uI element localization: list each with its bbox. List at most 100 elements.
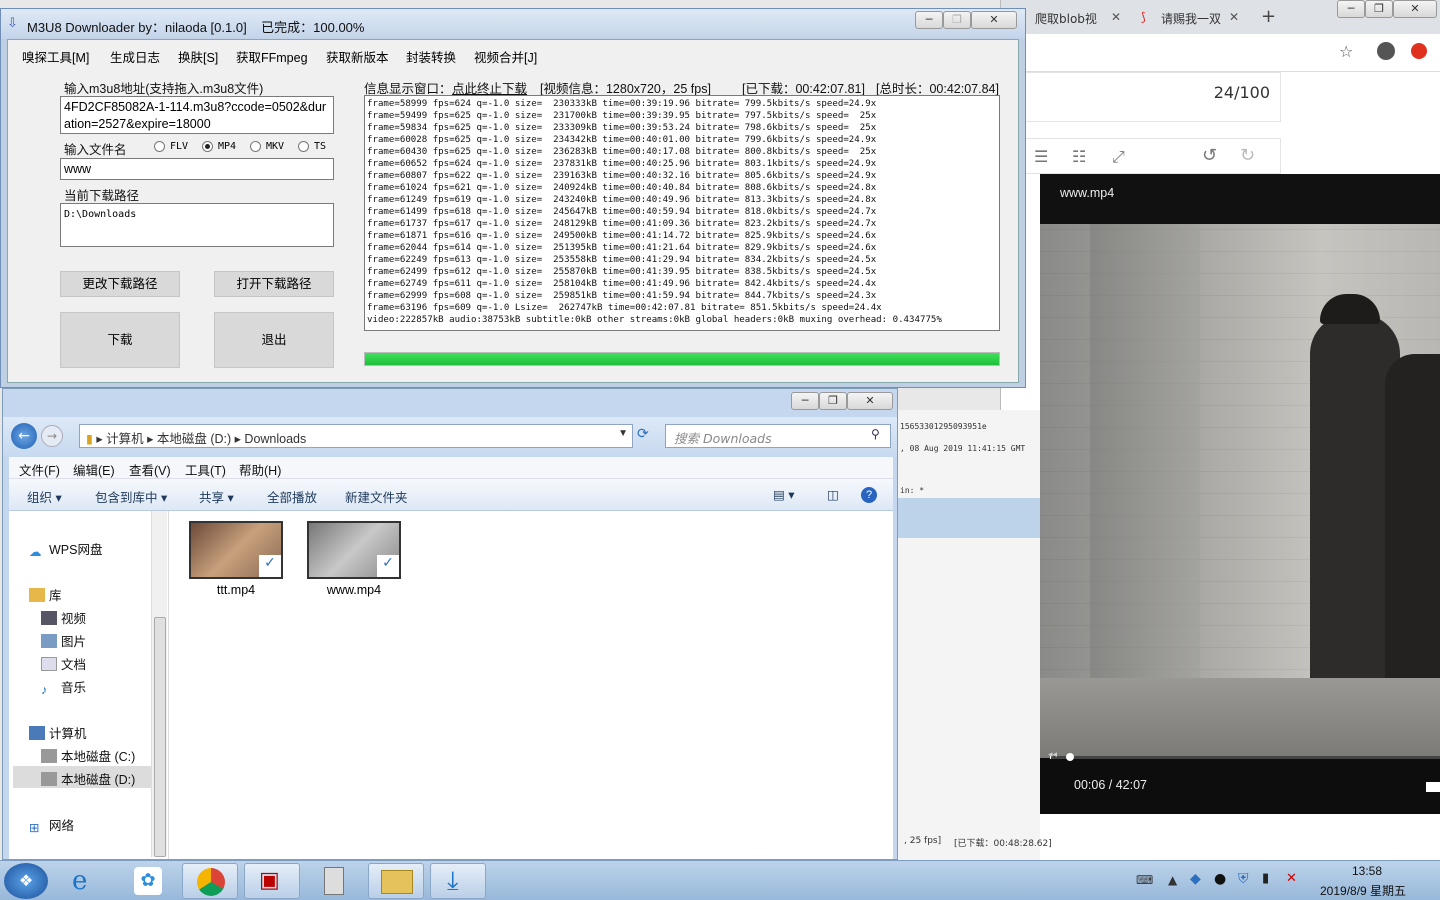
url-input[interactable]: 4FD2CF85082A-1-114.m3u8?ccode=0502&durat…	[60, 96, 334, 134]
minimize-button[interactable]: ─	[1337, 0, 1365, 18]
download-button[interactable]: 下载	[60, 312, 180, 368]
keyboard-icon[interactable]: ⌨	[1136, 873, 1153, 887]
minimize-button[interactable]: ─	[791, 392, 819, 410]
back-icon[interactable]: ←	[11, 423, 37, 449]
profile-icon[interactable]	[1377, 42, 1395, 60]
filename-input[interactable]: www	[60, 158, 334, 180]
taskbar-m3u8[interactable]: ▣	[244, 863, 300, 899]
video-frame[interactable]	[1040, 224, 1440, 758]
close-icon[interactable]: ✕	[1229, 10, 1239, 24]
preview-pane-icon[interactable]: ◫	[827, 487, 839, 502]
taskbar-downloader[interactable]: ⤓	[430, 863, 486, 899]
close-button[interactable]: ✕	[1393, 0, 1437, 18]
maximize-button[interactable]: ❐	[819, 392, 847, 410]
radio-label-flv[interactable]: FLV	[170, 141, 188, 152]
video-thumbnail[interactable]: ✓	[189, 521, 283, 579]
breadcrumb-drive-d[interactable]: 本地磁盘 (D:)	[157, 432, 231, 446]
box-icon[interactable]: ◆	[1190, 871, 1201, 887]
radio-label-ts[interactable]: TS	[314, 141, 326, 152]
video-player[interactable]: www.mp4 ◂◂ 00:06 / 42:07	[1040, 174, 1440, 814]
fullscreen-icon[interactable]	[1426, 782, 1440, 792]
share-button[interactable]: 共享 ▾	[199, 487, 234, 506]
menu-view[interactable]: 查看(V)	[129, 460, 171, 479]
taskbar-calculator[interactable]	[306, 863, 362, 899]
maximize-button[interactable]: ❐	[1365, 0, 1393, 18]
include-library-button[interactable]: 包含到库中 ▾	[95, 487, 167, 506]
network-signal-icon[interactable]: ▮	[1262, 871, 1269, 886]
menu-help[interactable]: 帮助(H)	[239, 460, 281, 479]
change-path-button[interactable]: 更改下载路径	[60, 271, 180, 297]
nav-library[interactable]: 库	[29, 585, 62, 604]
maximize-button[interactable]: ❐	[943, 11, 971, 29]
extension-icon[interactable]	[1411, 43, 1427, 59]
radio-mkv[interactable]	[250, 141, 261, 152]
taskbar-ie[interactable]: e	[58, 863, 114, 899]
list-icon[interactable]: ☰	[1034, 147, 1048, 166]
nav-documents[interactable]: 文档	[41, 654, 86, 673]
forward-icon[interactable]: →	[41, 425, 63, 447]
volume-icon[interactable]: ◂◂	[1048, 750, 1057, 760]
nav-network[interactable]: ⊞ 网络	[29, 815, 74, 835]
address-bar[interactable]: ▮ ▸ 计算机 ▸ 本地磁盘 (D:) ▸ Downloads ▼	[79, 424, 633, 448]
file-name-ttt[interactable]: ttt.mp4	[181, 583, 291, 597]
menu-update[interactable]: 获取新版本	[326, 47, 389, 66]
breadcrumb-computer[interactable]: 计算机	[106, 432, 144, 446]
nav-pictures[interactable]: 图片	[41, 631, 86, 650]
new-tab-icon[interactable]: +	[1261, 6, 1276, 27]
shield-icon[interactable]: ⛨	[1238, 871, 1249, 887]
menu-file[interactable]: 文件(F)	[19, 460, 60, 479]
exit-button[interactable]: 退出	[214, 312, 334, 368]
file-name-www[interactable]: www.mp4	[299, 583, 409, 597]
close-button[interactable]: ✕	[847, 392, 893, 410]
seek-bar[interactable]	[1050, 753, 1440, 761]
breadcrumb-downloads[interactable]: Downloads	[244, 432, 306, 446]
open-path-button[interactable]: 打开下载路径	[214, 271, 334, 297]
clock-date[interactable]: 2019/8/9 星期五	[1320, 882, 1406, 899]
new-folder-button[interactable]: 新建文件夹	[345, 487, 408, 506]
nav-videos[interactable]: 视频	[41, 608, 86, 627]
qq-icon[interactable]: ●	[1214, 871, 1226, 887]
view-icon[interactable]: ▤ ▾	[773, 487, 795, 502]
refresh-icon[interactable]: ⟳	[637, 426, 649, 442]
star-icon[interactable]: ☆	[1339, 42, 1353, 61]
tray-expand-icon[interactable]: ▲	[1168, 873, 1177, 887]
clock-time[interactable]: 13:58	[1352, 864, 1382, 878]
menu-merge[interactable]: 视频合并[J]	[474, 47, 537, 66]
taskbar-explorer[interactable]	[368, 863, 424, 899]
radio-ts[interactable]	[298, 141, 309, 152]
taskbar-app[interactable]: ✿	[120, 863, 176, 899]
radio-mp4[interactable]	[202, 141, 213, 152]
video-thumbnail[interactable]: ✓	[307, 521, 401, 579]
menu-log[interactable]: 生成日志	[110, 47, 160, 66]
undo-icon[interactable]: ↺	[1202, 145, 1217, 166]
nav-wps[interactable]: ☁ WPS网盘	[29, 539, 102, 559]
menu-tools[interactable]: 工具(T)	[185, 460, 226, 479]
menu-ffmpeg[interactable]: 获取FFmpeg	[236, 47, 308, 66]
redo-icon[interactable]: ↻	[1240, 145, 1255, 166]
start-button[interactable]: ❖	[4, 863, 48, 899]
organize-button[interactable]: 组织 ▾	[27, 487, 62, 506]
menu-skin[interactable]: 换肤[S]	[178, 47, 218, 66]
close-button[interactable]: ✕	[971, 11, 1017, 29]
search-icon[interactable]: ⚲	[871, 427, 880, 441]
close-icon[interactable]: ✕	[1111, 10, 1121, 24]
nav-scrollbar[interactable]	[151, 511, 167, 857]
path-input[interactable]: D:\Downloads	[60, 203, 334, 247]
minimize-button[interactable]: ─	[915, 11, 943, 29]
radio-flv[interactable]	[154, 141, 165, 152]
fullscreen-icon[interactable]: ⤢	[1112, 147, 1125, 167]
radio-label-mkv[interactable]: MKV	[266, 141, 284, 152]
volume-muted-icon[interactable]: ✕	[1286, 871, 1297, 886]
chrome-tab-2[interactable]: ⟆ 请赐我一双 ✕	[1135, 4, 1245, 32]
menu-edit[interactable]: 编辑(E)	[73, 460, 115, 479]
help-icon[interactable]: ?	[861, 487, 877, 503]
play-all-button[interactable]: 全部播放	[267, 487, 317, 506]
log-output[interactable]: frame=58999 fps=624 q=-1.0 size= 230333k…	[364, 95, 1000, 331]
list-ordered-icon[interactable]: ☷	[1072, 147, 1086, 166]
menu-sniff[interactable]: 嗅探工具[M]	[22, 47, 89, 66]
nav-computer[interactable]: 计算机	[29, 723, 87, 742]
nav-drive-c[interactable]: 本地磁盘 (C:)	[41, 746, 135, 765]
nav-drive-d[interactable]: 本地磁盘 (D:)	[13, 766, 151, 788]
nav-music[interactable]: ♪ 音乐	[41, 677, 86, 697]
radio-label-mp4[interactable]: MP4	[218, 141, 236, 152]
